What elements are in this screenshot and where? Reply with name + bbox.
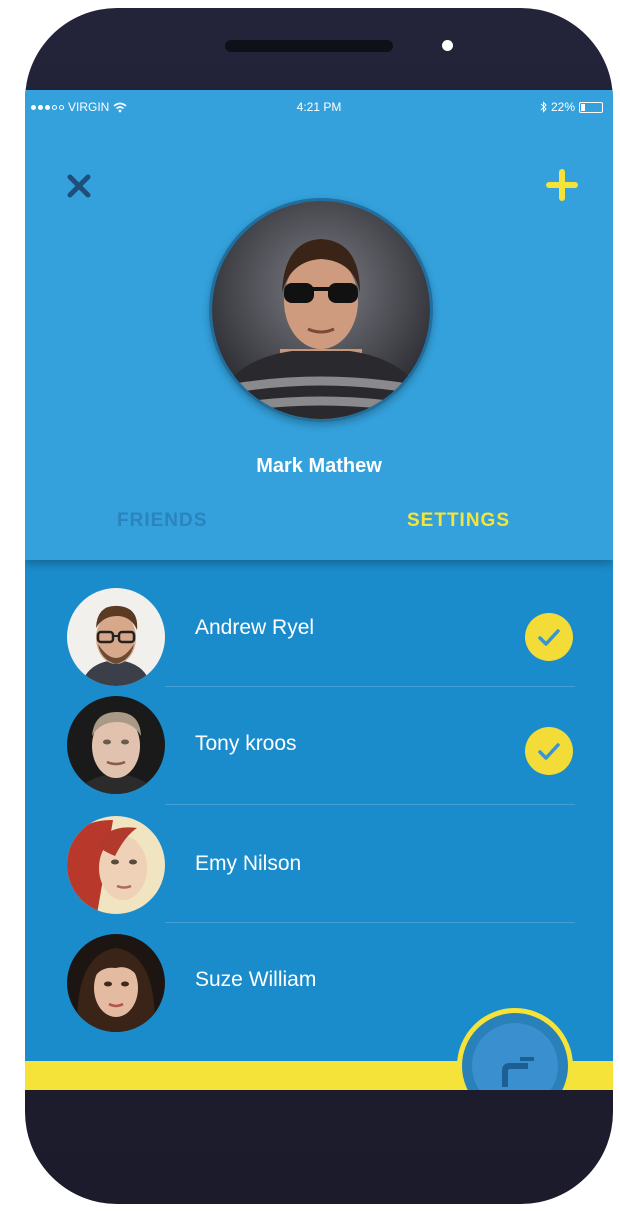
status-time: 4:21 PM [296,100,342,114]
check-icon[interactable] [525,613,573,661]
profile-avatar[interactable] [209,198,433,422]
avatar [67,816,165,914]
battery-icon [579,101,603,113]
tab-friends[interactable]: FRIENDS [117,510,207,532]
contact-name: Tony kroos [195,732,297,755]
status-right: 22% [540,100,603,114]
bluetooth-icon [540,101,547,113]
status-bar: VIRGIN 4:21 PM 22% [25,100,613,120]
phone-frame: VIRGIN 4:21 PM 22% Mark Mathew FRIENDS S… [25,8,613,1204]
contact-name: Andrew Ryel [195,616,315,639]
tab-settings[interactable]: SETTINGS [407,510,510,532]
list-item[interactable]: Tony kroos [25,686,613,804]
avatar [67,934,165,1032]
avatar [67,588,165,686]
plus-icon[interactable] [545,168,579,202]
close-icon[interactable] [65,172,93,200]
phone-camera [442,40,453,51]
profile-header: VIRGIN 4:21 PM 22% Mark Mathew FRIENDS S… [25,90,613,560]
battery-percent: 22% [550,100,575,114]
contact-name: Emy Nilson [195,852,302,875]
check-icon[interactable] [525,727,573,775]
phone-speaker [225,40,393,52]
profile-name: Mark Mathew [256,455,382,477]
contact-name: Suze William [195,968,317,991]
fab-inner [472,1023,558,1090]
list-item[interactable]: Andrew Ryel [25,568,613,686]
faucet-icon [502,1057,534,1087]
avatar [67,696,165,794]
app-screen: VIRGIN 4:21 PM 22% Mark Mathew FRIENDS S… [25,90,613,1090]
battery-level [581,103,585,111]
list-item[interactable]: Emy Nilson [25,804,613,922]
